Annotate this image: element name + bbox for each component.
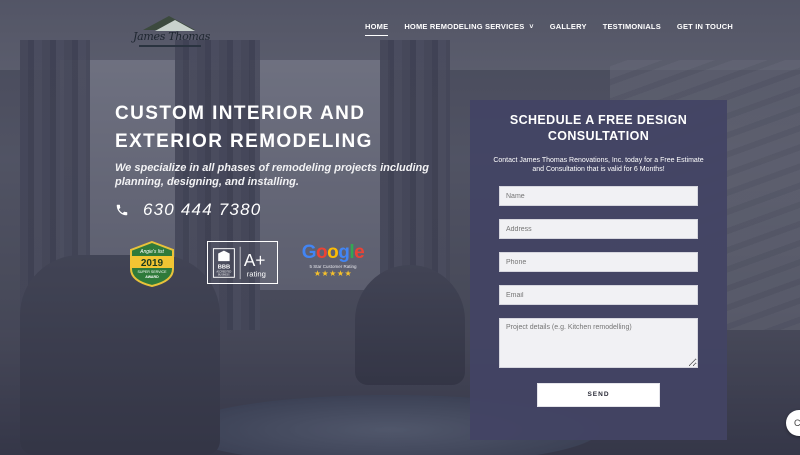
angie-award-text: SUPER SERVICE [137, 270, 167, 274]
svg-text:BBB: BBB [218, 265, 230, 271]
google-letter: o [316, 242, 328, 263]
bbb-business-text: BUSINESS [218, 274, 230, 276]
nav-services-label: HOME REMODELING SERVICES [404, 22, 525, 31]
google-letter: g [338, 242, 350, 263]
project-details-field[interactable] [499, 318, 698, 368]
bbb-rating-label: rating [247, 269, 266, 278]
angie-year-text: 2019 [141, 258, 164, 269]
bbb-rating-badge: BBB ACCREDITED BUSINESS A+ rating [207, 241, 278, 284]
chevron-down-icon: ˅ [529, 24, 534, 31]
hero-title: CUSTOM INTERIOR AND EXTERIOR REMODELING [115, 103, 373, 152]
name-field[interactable] [499, 186, 698, 206]
consultation-form-panel: SCHEDULE A FREE DESIGN CONSULTATION Cont… [470, 100, 727, 440]
nav-get-in-touch[interactable]: GET IN TOUCH [677, 22, 733, 36]
star-rating-icons: ★★★★★ [313, 269, 353, 278]
phone-number: 630 444 7380 [143, 200, 262, 219]
bbb-grade: A+ [244, 250, 265, 270]
nav-testimonials[interactable]: TESTIMONIALS [603, 22, 661, 36]
form-title: SCHEDULE A FREE DESIGN CONSULTATION [509, 113, 688, 143]
google-letter: o [327, 242, 339, 263]
phone-link[interactable]: 630 444 7380 [115, 200, 261, 220]
brand-logo[interactable]: James Thomas [133, 16, 211, 50]
angie-brand-text: Angie's list [139, 249, 164, 255]
bbb-accredited-text: ACCREDITED [217, 271, 232, 274]
google-rating-badge: Google 5 Star Customer Rating ★★★★★ [300, 243, 366, 283]
logo-text: James Thomas [133, 30, 211, 43]
main-nav: HOME HOME REMODELING SERVICES ˅ GALLERY T… [365, 22, 733, 36]
angie-award-text-2: AWARD [145, 275, 159, 279]
logo-underline [139, 45, 201, 47]
angies-list-award-badge: Angie's list 2019 SUPER SERVICE AWARD [130, 241, 174, 287]
nav-home[interactable]: HOME [365, 22, 389, 36]
phone-field[interactable] [499, 252, 698, 272]
email-field[interactable] [499, 285, 698, 305]
google-letter: G [301, 242, 317, 263]
nav-services[interactable]: HOME REMODELING SERVICES ˅ [404, 22, 533, 36]
nav-gallery[interactable]: GALLERY [550, 22, 587, 36]
address-field[interactable] [499, 219, 698, 239]
hero-subtitle: We specialize in all phases of remodelin… [115, 162, 429, 188]
send-button[interactable]: SEND [537, 383, 660, 407]
form-description: Contact James Thomas Renovations, Inc. t… [493, 157, 704, 173]
google-logo: Google [300, 243, 366, 263]
google-letter: e [354, 242, 365, 263]
phone-icon [116, 204, 128, 216]
